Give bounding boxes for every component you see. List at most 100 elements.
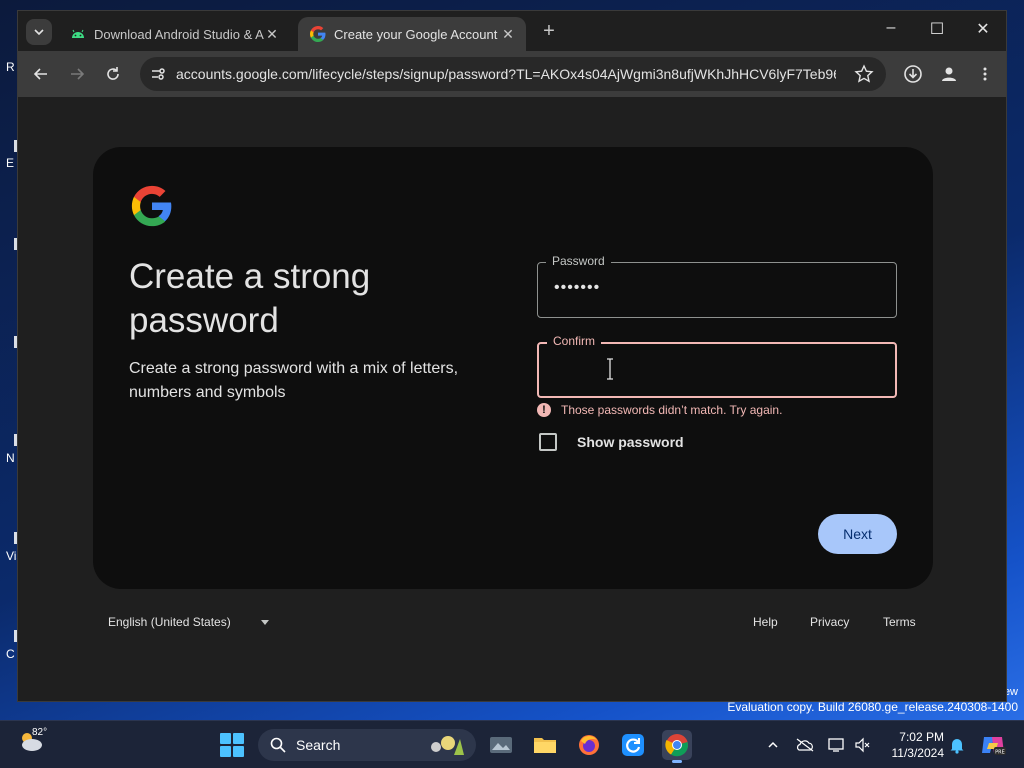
signup-card: Create a strong password Create a strong… bbox=[93, 147, 933, 589]
taskbar-app-file-explorer[interactable] bbox=[530, 730, 560, 760]
windows-logo-icon bbox=[220, 746, 231, 757]
tab-strip: Download Android Studio & App Tools ✕ Cr… bbox=[18, 11, 1006, 51]
error-message: ! Those passwords didn’t match. Try agai… bbox=[537, 403, 782, 417]
chevron-up-icon bbox=[768, 741, 778, 748]
text-cursor-icon bbox=[607, 358, 613, 380]
folder-icon bbox=[534, 738, 556, 753]
speaker-muted-icon bbox=[855, 737, 870, 753]
tab-android-studio[interactable]: Download Android Studio & App Tools ✕ bbox=[58, 17, 290, 51]
firefox-icon bbox=[579, 735, 599, 755]
clock-date: 11/3/2024 bbox=[891, 746, 945, 760]
dropdown-arrow-icon[interactable] bbox=[260, 619, 269, 625]
confirm-label: Confirm bbox=[547, 334, 602, 348]
close-tab-icon[interactable]: ✕ bbox=[500, 26, 516, 43]
site-info-icon[interactable] bbox=[148, 64, 168, 84]
minimize-button[interactable]: – bbox=[876, 19, 906, 43]
privacy-link[interactable]: Privacy bbox=[810, 615, 849, 629]
page-subtitle: Create a strong password with a mix of l… bbox=[129, 360, 459, 401]
search-label: Search bbox=[296, 737, 341, 753]
clock-time: 7:02 PM bbox=[899, 730, 944, 744]
taskbar: 82° Search 7:02 PM 11/3/2024 PRE bbox=[0, 720, 1024, 768]
cloud-off-icon bbox=[796, 738, 814, 752]
reload-button[interactable] bbox=[100, 61, 126, 87]
evaluation-watermark: Evaluation copy. Build 26080.ge_release.… bbox=[727, 700, 1018, 714]
confirm-password-field[interactable]: Confirm bbox=[537, 334, 897, 398]
onedrive-tray[interactable] bbox=[795, 735, 815, 755]
tab-search-button[interactable] bbox=[26, 19, 52, 45]
next-button[interactable]: Next bbox=[818, 514, 897, 554]
desktop-icon-label[interactable]: E bbox=[6, 156, 14, 170]
profile-button[interactable] bbox=[936, 61, 962, 87]
windows-logo-icon bbox=[233, 733, 244, 744]
tab-title: Create your Google Account bbox=[334, 26, 498, 42]
chevron-down-icon bbox=[34, 29, 44, 36]
search-highlight-icon bbox=[431, 736, 464, 755]
taskbar-app-firefox[interactable] bbox=[574, 730, 604, 760]
google-g-icon bbox=[310, 26, 326, 42]
sync-app-icon bbox=[622, 734, 644, 756]
show-hidden-icons[interactable] bbox=[763, 735, 783, 755]
svg-text:PRE: PRE bbox=[995, 750, 1005, 756]
terms-link[interactable]: Terms bbox=[883, 615, 916, 629]
tab-title: Download Android Studio & App Tools bbox=[94, 26, 264, 42]
arrow-right-icon bbox=[71, 68, 85, 80]
tab-create-google-account[interactable]: Create your Google Account ✕ bbox=[298, 17, 526, 51]
google-logo-icon bbox=[131, 185, 172, 227]
show-password-label[interactable]: Show password bbox=[577, 434, 684, 450]
photos-icon bbox=[490, 737, 512, 753]
windows-logo-icon bbox=[233, 746, 244, 757]
password-field[interactable]: Password ••••••• bbox=[537, 254, 897, 318]
taskbar-app-sync[interactable] bbox=[618, 730, 648, 760]
close-window-button[interactable]: ✕ bbox=[968, 19, 998, 43]
back-button[interactable] bbox=[28, 61, 54, 87]
monitor-icon bbox=[828, 738, 844, 752]
desktop-icon-label[interactable]: N bbox=[6, 451, 15, 465]
page-content: Create a strong password Create a strong… bbox=[18, 97, 1006, 701]
arrow-left-icon bbox=[33, 68, 47, 80]
more-vert-icon bbox=[983, 67, 987, 81]
weather-temperature: 82° bbox=[32, 727, 48, 738]
show-password-checkbox[interactable] bbox=[539, 433, 557, 451]
taskbar-app-chrome[interactable] bbox=[662, 730, 692, 763]
search-icon bbox=[270, 737, 286, 753]
chrome-icon bbox=[665, 734, 689, 757]
browser-toolbar: accounts.google.com/lifecycle/steps/sign… bbox=[18, 51, 1006, 97]
bookmark-star-icon[interactable] bbox=[854, 64, 874, 84]
windows-logo-icon bbox=[220, 733, 231, 744]
address-bar[interactable]: accounts.google.com/lifecycle/steps/sign… bbox=[140, 57, 886, 91]
language-value[interactable]: English (United States) bbox=[108, 615, 231, 629]
android-icon bbox=[72, 29, 84, 38]
bell-icon bbox=[950, 739, 964, 754]
error-text: Those passwords didn’t match. Try again. bbox=[561, 403, 783, 417]
desktop-icon-label[interactable]: C bbox=[6, 647, 15, 661]
browser-window: Download Android Studio & App Tools ✕ Cr… bbox=[17, 10, 1007, 702]
browser-menu-button[interactable] bbox=[972, 61, 998, 87]
person-icon bbox=[942, 67, 956, 81]
copilot-icon: PRE bbox=[982, 737, 1006, 756]
display-tray[interactable] bbox=[826, 735, 846, 755]
page-title: Create a strong password bbox=[129, 257, 371, 340]
system-clock[interactable]: 7:02 PM 11/3/2024 bbox=[880, 729, 945, 761]
url-text[interactable]: accounts.google.com/lifecycle/steps/sign… bbox=[176, 66, 836, 82]
desktop-icon-label[interactable]: R bbox=[6, 60, 15, 74]
error-icon: ! bbox=[537, 403, 551, 417]
page-footer: English (United States) Help Privacy Ter… bbox=[18, 611, 1006, 641]
start-button[interactable] bbox=[220, 733, 244, 757]
notifications-button[interactable] bbox=[947, 735, 967, 755]
help-link[interactable]: Help bbox=[753, 615, 778, 629]
volume-tray[interactable] bbox=[852, 735, 872, 755]
downloads-button[interactable] bbox=[900, 61, 926, 87]
weather-widget[interactable]: 82° bbox=[18, 727, 48, 761]
password-value[interactable]: ••••••• bbox=[554, 279, 600, 297]
download-icon bbox=[904, 65, 922, 83]
copilot-button[interactable]: PRE bbox=[980, 732, 1006, 758]
taskbar-app-photos[interactable] bbox=[486, 730, 516, 760]
taskbar-search[interactable]: Search bbox=[258, 729, 476, 761]
language-selector[interactable]: English (United States) bbox=[108, 615, 269, 629]
close-tab-icon[interactable]: ✕ bbox=[264, 26, 280, 43]
maximize-button[interactable]: ☐ bbox=[922, 19, 952, 43]
show-password-toggle[interactable]: Show password bbox=[539, 433, 684, 451]
reload-icon bbox=[107, 67, 119, 80]
new-tab-button[interactable]: + bbox=[538, 21, 560, 43]
forward-button[interactable] bbox=[64, 61, 90, 87]
